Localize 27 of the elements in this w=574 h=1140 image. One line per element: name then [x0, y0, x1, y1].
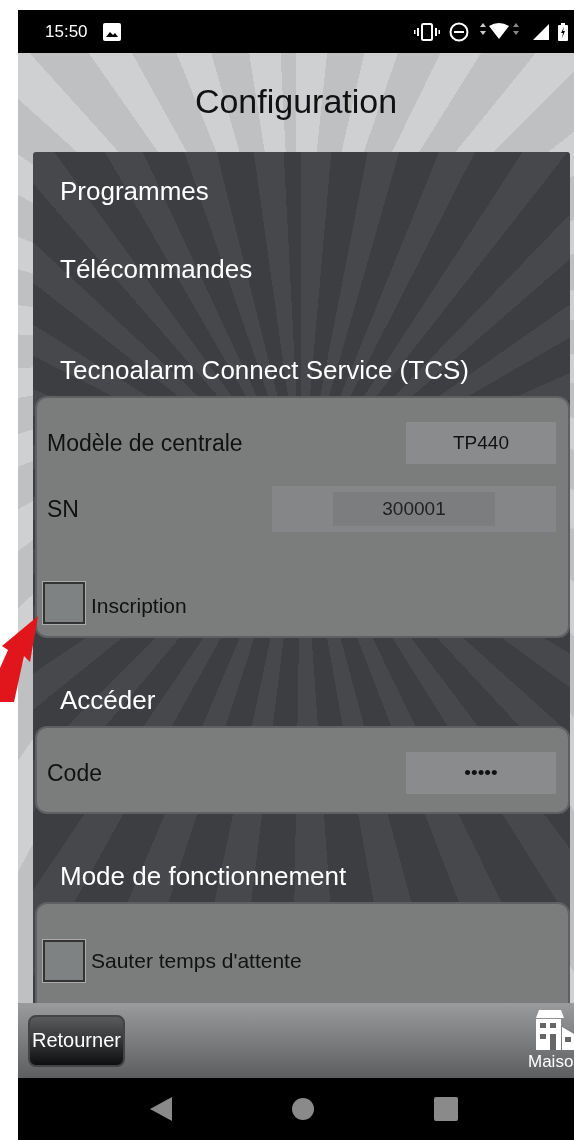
checkbox[interactable] — [43, 940, 85, 982]
menu-item[interactable]: Télécommandes — [33, 230, 570, 308]
menu-item[interactable]: Programmes — [33, 152, 570, 230]
back-button[interactable]: Retourner — [28, 1014, 125, 1067]
image-icon — [102, 22, 121, 41]
input-field[interactable]: TP440 — [406, 422, 556, 464]
vibrate-icon — [414, 22, 440, 41]
checkbox[interactable] — [43, 582, 85, 624]
battery-icon — [558, 22, 568, 41]
checkbox-label: Inscription — [91, 594, 187, 619]
home-nav-icon[interactable] — [292, 1098, 314, 1120]
signal-icon — [533, 23, 549, 40]
do-not-disturb-icon — [449, 21, 469, 42]
home-label[interactable]: Maiso — [528, 1051, 574, 1072]
back-nav-icon[interactable] — [150, 1097, 172, 1121]
section-heading: Mode de fonctionnement — [59, 860, 348, 893]
input-field[interactable]: 300001 — [272, 486, 556, 532]
field-label: Modèle de centrale — [47, 429, 244, 457]
field-label: Code — [47, 759, 103, 787]
section-heading: Tecnoalarm Connect Service (TCS) — [59, 354, 470, 387]
status-time: 15:50 — [45, 21, 88, 42]
house-icon — [536, 1009, 574, 1050]
page-title: Configuration — [194, 82, 398, 121]
checkbox-label: Sauter temps d'attente — [91, 949, 302, 973]
input-field[interactable]: ••••• — [406, 752, 556, 794]
field-label: SN — [47, 495, 80, 523]
section-heading: Accéder — [59, 684, 157, 717]
